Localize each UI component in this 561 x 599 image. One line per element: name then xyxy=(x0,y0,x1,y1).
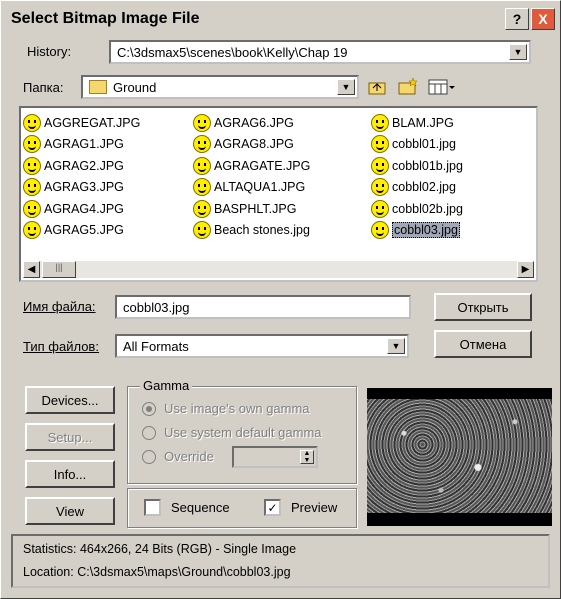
image-file-icon xyxy=(23,135,41,154)
radio-circle-icon xyxy=(142,401,156,416)
image-file-icon xyxy=(371,199,389,218)
folder-value: Ground xyxy=(113,79,157,95)
up-folder-icon[interactable] xyxy=(367,77,389,97)
radio-system-gamma[interactable]: Use system default gamma xyxy=(142,425,322,440)
filename-input[interactable]: cobbl03.jpg xyxy=(115,295,411,319)
folder-label: Папка: xyxy=(23,80,64,95)
gamma-group: Gamma Use image's own gamma Use system d… xyxy=(127,378,357,484)
list-item[interactable]: cobbl01b.jpg xyxy=(371,155,463,177)
status-panel: Statistics: 464x266, 24 Bits (RGB) - Sin… xyxy=(11,534,550,588)
chevron-down-icon[interactable]: ▼ xyxy=(337,79,355,95)
list-item[interactable]: AGRAG5.JPG xyxy=(23,220,140,242)
list-item[interactable]: Beach stones.jpg xyxy=(193,220,310,242)
statistics-text: Statistics: 464x266, 24 Bits (RGB) - Sin… xyxy=(23,542,297,556)
folder-icon xyxy=(89,80,107,94)
file-column-2: AGRAG6.JPG AGRAG8.JPG AGRAGATE.JPG ALTAQ… xyxy=(193,112,310,241)
sequence-checkbox[interactable]: Sequence xyxy=(144,499,230,516)
checkmark-icon: ✓ xyxy=(264,499,281,516)
sequence-preview-group: Sequence ✓ Preview xyxy=(127,488,357,528)
override-gamma-spinner[interactable]: ▲ ▼ xyxy=(232,446,318,468)
cancel-button[interactable]: Отмена xyxy=(434,330,532,358)
image-file-icon xyxy=(193,178,211,197)
preview-thumbnail xyxy=(367,399,552,513)
file-column-1: AGGREGAT.JPG AGRAG1.JPG AGRAG2.JPG AGRAG… xyxy=(23,112,140,241)
gamma-group-title: Gamma xyxy=(140,378,193,393)
view-menu-icon[interactable] xyxy=(427,77,457,97)
filetype-label: Тип файлов: xyxy=(23,339,99,354)
close-icon: X xyxy=(538,11,548,27)
image-file-icon xyxy=(23,113,41,132)
image-file-icon xyxy=(371,135,389,154)
spinner-arrows-icon[interactable]: ▲ ▼ xyxy=(300,450,314,464)
list-item[interactable]: AGRAG4.JPG xyxy=(23,198,140,220)
image-preview xyxy=(367,388,552,526)
horizontal-scrollbar[interactable]: ◀ ||| ▶ xyxy=(23,261,534,278)
image-file-icon xyxy=(371,178,389,197)
image-file-icon xyxy=(371,156,389,175)
list-item[interactable]: cobbl02b.jpg xyxy=(371,198,463,220)
history-value: C:\3dsmax5\scenes\book\Kelly\Chap 19 xyxy=(117,44,348,60)
image-file-icon xyxy=(23,199,41,218)
title-bar[interactable]: Select Bitmap Image File ? X xyxy=(3,3,558,33)
image-file-icon xyxy=(371,221,389,240)
new-folder-icon[interactable] xyxy=(397,77,419,97)
help-button[interactable]: ? xyxy=(505,8,529,30)
radio-own-gamma[interactable]: Use image's own gamma xyxy=(142,401,310,416)
open-button[interactable]: Открыть xyxy=(434,293,532,321)
radio-circle-icon xyxy=(142,449,156,464)
location-text: Location: C:\3dsmax5\maps\Ground\cobbl03… xyxy=(23,565,291,579)
list-item[interactable]: cobbl02.jpg xyxy=(371,177,463,199)
chevron-down-icon[interactable]: ▼ xyxy=(509,44,527,60)
image-file-icon xyxy=(371,113,389,132)
list-item[interactable]: BASPHLT.JPG xyxy=(193,198,310,220)
checkbox-icon xyxy=(144,499,161,516)
info-button[interactable]: Info... xyxy=(25,460,115,488)
image-file-icon xyxy=(193,221,211,240)
folder-dropdown[interactable]: Ground ▼ xyxy=(81,75,359,99)
close-button[interactable]: X xyxy=(531,8,555,30)
radio-override-gamma[interactable]: Override xyxy=(142,449,214,464)
image-file-icon xyxy=(193,156,211,175)
scroll-thumb[interactable]: ||| xyxy=(42,261,76,278)
chevron-down-icon[interactable]: ▼ xyxy=(387,338,405,354)
image-file-icon xyxy=(23,178,41,197)
scroll-right-icon[interactable]: ▶ xyxy=(517,261,534,278)
list-item[interactable]: AGRAG2.JPG xyxy=(23,155,140,177)
image-file-icon xyxy=(193,113,211,132)
image-file-icon xyxy=(193,135,211,154)
image-file-icon xyxy=(23,156,41,175)
list-item[interactable]: AGRAG3.JPG xyxy=(23,177,140,199)
select-bitmap-dialog: Select Bitmap Image File ? X History: C:… xyxy=(0,0,561,599)
view-button[interactable]: View xyxy=(25,497,115,525)
filetype-dropdown[interactable]: All Formats ▼ xyxy=(115,334,409,358)
list-item[interactable]: AGGREGAT.JPG xyxy=(23,112,140,134)
list-item[interactable]: cobbl01.jpg xyxy=(371,134,463,156)
file-list[interactable]: AGGREGAT.JPG AGRAG1.JPG AGRAG2.JPG AGRAG… xyxy=(19,106,538,282)
list-item[interactable]: AGRAGATE.JPG xyxy=(193,155,310,177)
history-dropdown[interactable]: C:\3dsmax5\scenes\book\Kelly\Chap 19 ▼ xyxy=(109,40,531,64)
devices-button[interactable]: Devices... xyxy=(25,386,115,414)
history-label: History: xyxy=(27,44,72,59)
filetype-value: All Formats xyxy=(123,338,189,354)
preview-checkbox[interactable]: ✓ Preview xyxy=(264,499,337,516)
filename-value: cobbl03.jpg xyxy=(123,299,190,315)
setup-button[interactable]: Setup... xyxy=(25,423,115,451)
list-item-selected[interactable]: cobbl03.jpg xyxy=(371,220,463,242)
scroll-left-icon[interactable]: ◀ xyxy=(23,261,40,278)
list-item[interactable]: AGRAG6.JPG xyxy=(193,112,310,134)
filename-label: Имя файла: xyxy=(23,299,96,314)
dialog-title: Select Bitmap Image File xyxy=(11,10,200,27)
radio-circle-icon xyxy=(142,425,156,440)
image-file-icon xyxy=(23,221,41,240)
list-item[interactable]: BLAM.JPG xyxy=(371,112,463,134)
list-item[interactable]: AGRAG1.JPG xyxy=(23,134,140,156)
list-item[interactable]: ALTAQUA1.JPG xyxy=(193,177,310,199)
list-item[interactable]: AGRAG8.JPG xyxy=(193,134,310,156)
image-file-icon xyxy=(193,199,211,218)
file-column-3: BLAM.JPG cobbl01.jpg cobbl01b.jpg cobbl0… xyxy=(371,112,463,241)
